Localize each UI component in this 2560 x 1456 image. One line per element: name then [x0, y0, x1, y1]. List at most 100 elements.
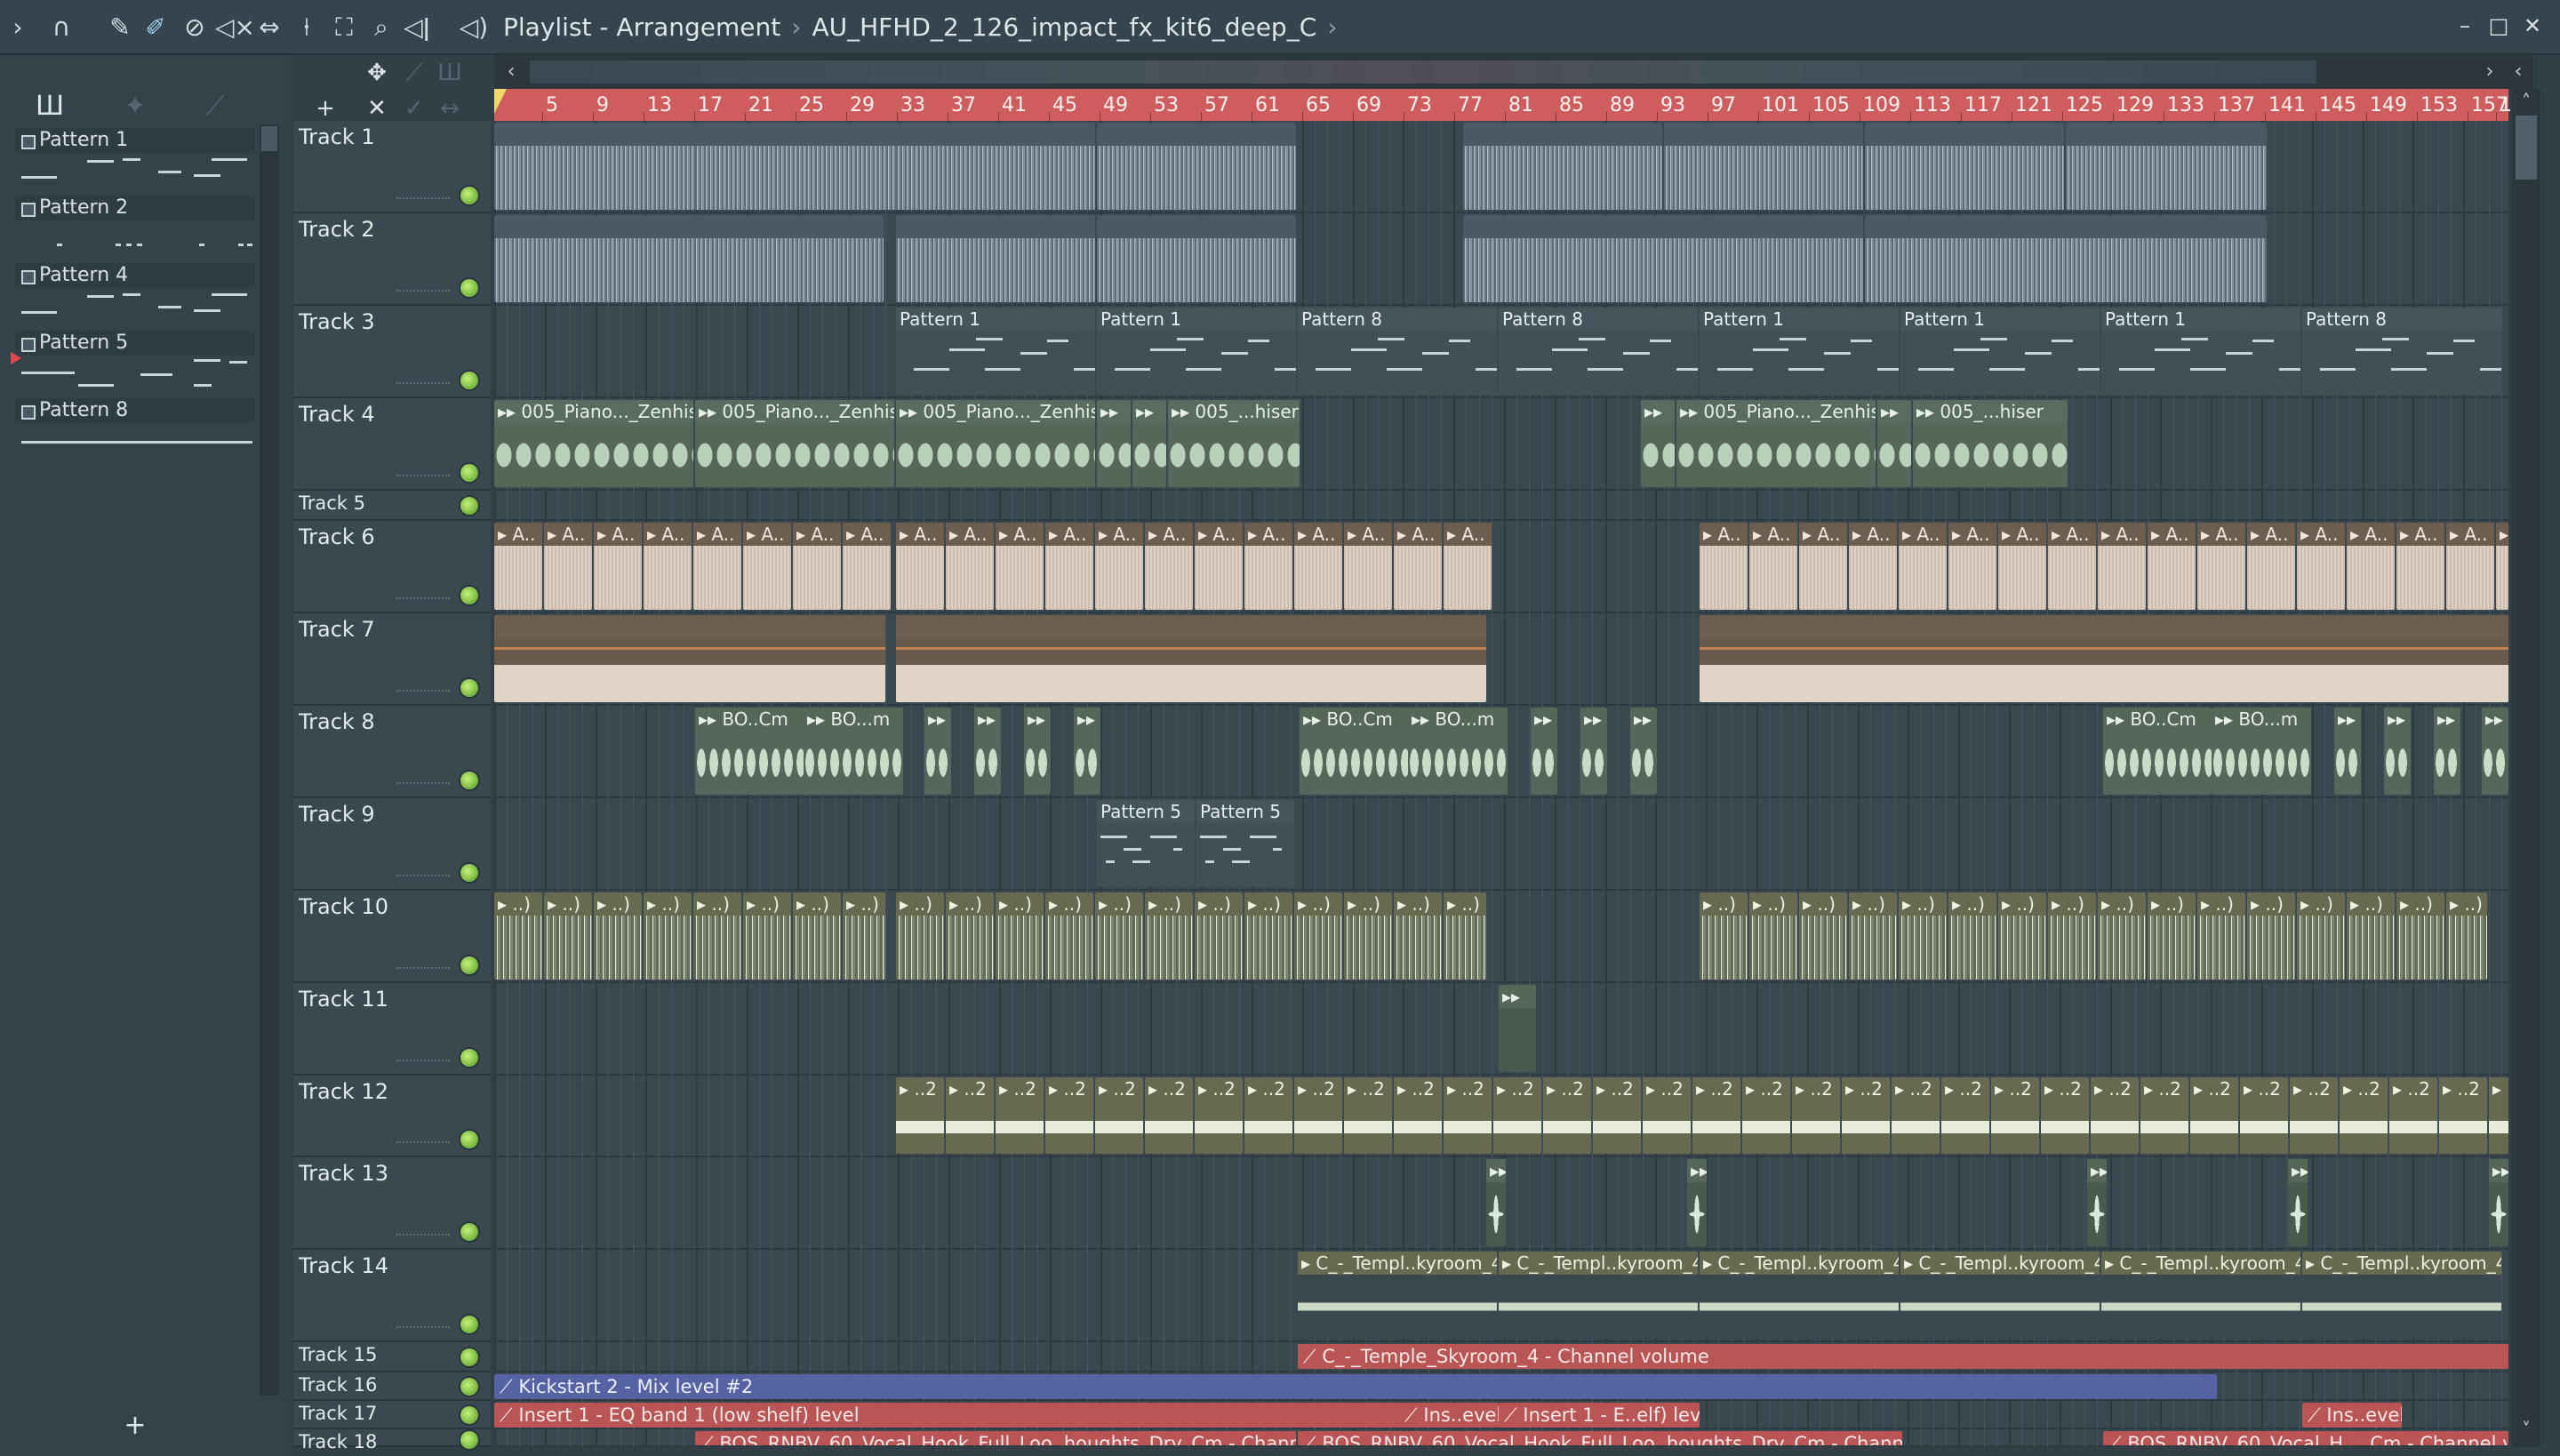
track-resize-grip[interactable]: [396, 1234, 450, 1239]
track-enable-led-icon[interactable]: [460, 956, 478, 974]
scroll-left-arrow-icon[interactable]: ‹: [498, 59, 524, 85]
scroll-right-arrow-icon[interactable]: ›: [2476, 59, 2503, 85]
playlist-clip[interactable]: ▸ C_-_Templ..kyroom_4: [1900, 1252, 2100, 1339]
playlist-clip[interactable]: ▸▸: [2087, 1159, 2107, 1246]
playlist-clip[interactable]: ▸ A..: [2197, 523, 2245, 610]
playlist-clip[interactable]: ▸▸ BO..Cm: [2103, 708, 2212, 795]
playlist-clip[interactable]: ▸▸: [1074, 708, 1100, 795]
paint-tool-icon[interactable]: ✐: [140, 12, 171, 43]
pattern-item[interactable]: Pattern 8: [12, 395, 254, 462]
track-header[interactable]: Track 6: [293, 521, 491, 613]
track-enable-led-icon[interactable]: [460, 772, 478, 789]
playback-tool-icon[interactable]: ◁ǀ: [402, 12, 432, 43]
playlist-clip[interactable]: Pattern 1: [2101, 308, 2300, 395]
track-enable-led-icon[interactable]: [460, 187, 478, 204]
playlist-clip[interactable]: ▸ A..: [1700, 523, 1748, 610]
playlist-clip[interactable]: ▸ C_-_Templ..kyroom_4: [2101, 1252, 2300, 1339]
scroll-end-arrow-icon[interactable]: ‹: [2505, 59, 2532, 85]
track-header[interactable]: Track 14: [293, 1250, 491, 1342]
playlist-clip[interactable]: ▸ ..2: [1344, 1077, 1392, 1154]
link-filter-icon[interactable]: ⟋: [396, 57, 432, 89]
playlist-clip[interactable]: [1865, 123, 2064, 210]
track-enable-led-icon[interactable]: [460, 1131, 478, 1148]
playlist-clip[interactable]: ▸ ..2: [2290, 1077, 2338, 1154]
playlist-clip[interactable]: ▸ ..2: [996, 1077, 1044, 1154]
automation-clip[interactable]: ⟋ C_-_Temple_Skyroom_4 - Channel volume: [1298, 1344, 2508, 1369]
playlist-clip[interactable]: ▸ ..2: [946, 1077, 994, 1154]
playlist-clip[interactable]: ▸ A..: [1095, 523, 1143, 610]
playlist-clip[interactable]: ▸ ..2: [2240, 1077, 2288, 1154]
playlist-clip[interactable]: Pattern 5: [1097, 800, 1195, 887]
track-header[interactable]: Track 15: [293, 1342, 491, 1372]
playlist-clip[interactable]: ▸ C_-_Templ..kyroom_4: [1499, 1252, 1698, 1339]
piano-filter-icon[interactable]: Ш: [432, 57, 468, 89]
playlist-clip[interactable]: ▸▸: [1097, 400, 1131, 487]
playlist-clip[interactable]: ▸ ..): [2098, 892, 2146, 980]
track-enable-led-icon[interactable]: [460, 864, 478, 882]
playlist-clip[interactable]: ▸ ..): [743, 892, 791, 980]
track-header[interactable]: Track 17: [293, 1401, 491, 1429]
delete-tool-icon[interactable]: ⊘: [180, 12, 210, 43]
playlist-clip[interactable]: ▸▸: [1486, 1159, 1506, 1246]
track-resize-grip[interactable]: [396, 690, 450, 695]
track-resize-grip[interactable]: [396, 1326, 450, 1332]
playlist-clip[interactable]: ▸▸: [1580, 708, 1607, 795]
vertical-scrollbar[interactable]: ˄ ˅: [2512, 89, 2540, 1447]
automation-clip[interactable]: ⟋ Ins..evel: [1399, 1403, 1499, 1428]
playlist-clip[interactable]: [494, 615, 885, 702]
playlist-clip[interactable]: Pattern 8: [1298, 308, 1497, 395]
playlist-clip[interactable]: ▸ ..2: [1394, 1077, 1442, 1154]
playlist-clip[interactable]: ▸ A..: [1799, 523, 1847, 610]
playlist-clip[interactable]: ▸ ..2: [1493, 1077, 1541, 1154]
playlist-clip[interactable]: Pattern 5: [1196, 800, 1294, 887]
playlist-clip[interactable]: ▸▸: [1531, 708, 1557, 795]
automation-clip[interactable]: ⟋ BOS_RNBV_60_Vocal_Hook_Full_Loo..hough…: [695, 1431, 1296, 1445]
playlist-clip[interactable]: ▸ A..: [2347, 523, 2395, 610]
playlist-clip[interactable]: ▸ ..): [1444, 892, 1486, 980]
playlist-clip[interactable]: ▸▸: [2434, 708, 2460, 795]
playlist-clip[interactable]: ▸ ..): [793, 892, 841, 980]
track-enable-led-icon[interactable]: [460, 1223, 478, 1241]
playlist-clip[interactable]: ▸ ..2: [1991, 1077, 2039, 1154]
playlist-clip[interactable]: ▸ ..): [693, 892, 741, 980]
close-button[interactable]: ✕: [2519, 12, 2546, 39]
track-enable-led-icon[interactable]: [460, 1431, 478, 1449]
scroll-down-arrow-icon[interactable]: ˅: [2514, 1417, 2539, 1442]
track-enable-led-icon[interactable]: [460, 372, 478, 389]
pattern-item[interactable]: Pattern 2: [12, 192, 254, 260]
playlist-clip[interactable]: ▸ A..: [1899, 523, 1947, 610]
automation-clip[interactable]: ⟋ Insert 1 - E..elf) level: [1499, 1403, 1700, 1428]
playlist-clip[interactable]: ▸▸: [1499, 985, 1536, 1072]
automation-clip[interactable]: ⟋ Ins..evel: [2302, 1403, 2402, 1428]
playlist-clip[interactable]: ▸ A..: [644, 523, 692, 610]
playlist-clip[interactable]: ▸ ..): [2247, 892, 2295, 980]
playlist-clip[interactable]: ▸ A..: [946, 523, 994, 610]
song-position-marker[interactable]: [494, 89, 507, 114]
track-header[interactable]: Track 8: [293, 706, 491, 798]
playlist-clip[interactable]: ▸▸ 005_Piano..._Zenhiser: [494, 400, 693, 487]
playlist-clip[interactable]: ▸▸: [2482, 708, 2508, 795]
pattern-item[interactable]: Pattern 1: [12, 124, 254, 192]
playlist-clip[interactable]: Pattern 1: [1097, 308, 1296, 395]
scroll-up-arrow-icon[interactable]: ˄: [2514, 89, 2539, 114]
playlist-clip[interactable]: [1097, 123, 1296, 210]
playlist-clip[interactable]: ▸ ..2: [2439, 1077, 2487, 1154]
add-track-button[interactable]: +: [308, 92, 343, 124]
playlist-clip[interactable]: ▸ A..: [1145, 523, 1193, 610]
playlist-clip[interactable]: ▸ ..): [1899, 892, 1947, 980]
playlist-clip[interactable]: ▸ A..: [2098, 523, 2146, 610]
track-resize-grip[interactable]: [396, 1060, 450, 1065]
playlist-clip[interactable]: [2066, 123, 2267, 210]
playlist-clip[interactable]: ▸ ..): [946, 892, 994, 980]
track-resize-grip[interactable]: [396, 290, 450, 295]
playlist-clip[interactable]: ▸ ..): [1998, 892, 2046, 980]
playlist-clip[interactable]: ▸ ..2: [1593, 1077, 1641, 1154]
playlist-clip[interactable]: [896, 615, 1486, 702]
track-enable-led-icon[interactable]: [460, 679, 478, 697]
playlist-clip[interactable]: [1865, 215, 2267, 302]
track-resize-grip[interactable]: [396, 597, 450, 603]
playlist-clip[interactable]: ▸ ..2: [1444, 1077, 1492, 1154]
playlist-clip[interactable]: ▸ ..): [1095, 892, 1143, 980]
playlist-clip[interactable]: ▸ A..: [996, 523, 1044, 610]
playlist-clip[interactable]: ▸ ..): [1244, 892, 1292, 980]
